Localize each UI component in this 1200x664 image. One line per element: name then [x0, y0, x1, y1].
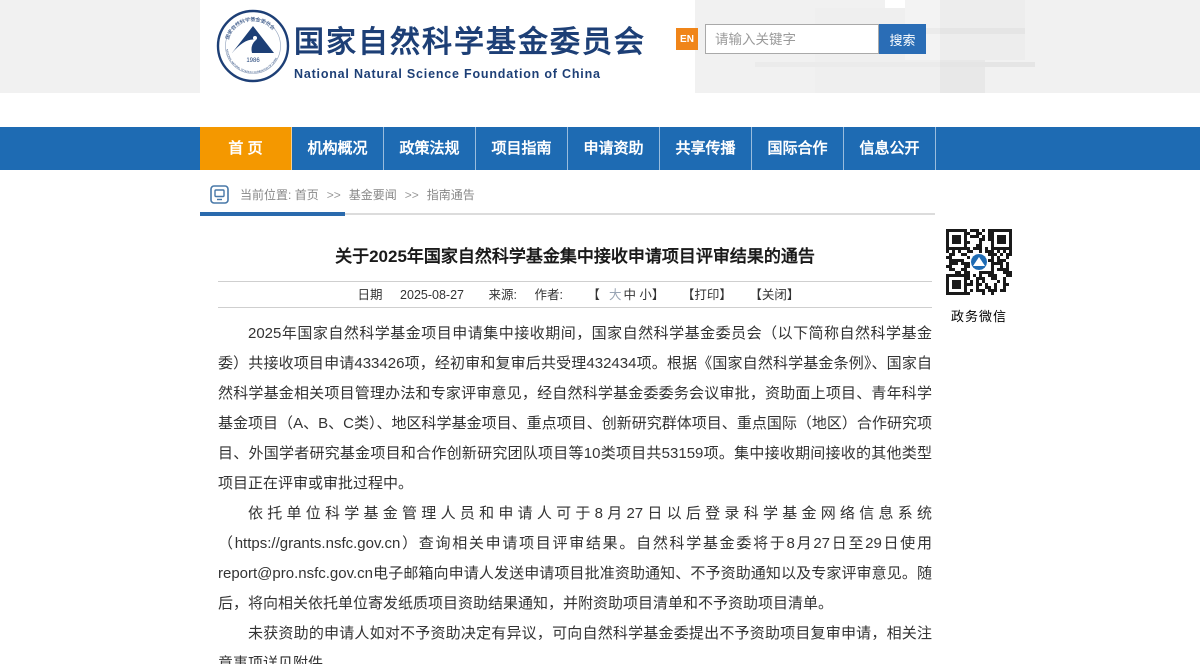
site-title-en: National Natural Science Foundation of C… [294, 67, 646, 81]
nsfc-logo: 1986 国家自然科学基金委员会 NATIONAL NATURAL SCIENC… [216, 9, 290, 83]
location-icon [210, 185, 229, 204]
wechat-qr-block: 政务微信 [944, 229, 1014, 325]
main-navigation: 首 页 机构概况 政策法规 项目指南 申请资助 共享传播 国际合作 信息公开 [0, 127, 1200, 170]
print-button[interactable]: 【打印】 [682, 288, 732, 302]
nav-item-funding[interactable]: 申请资助 [568, 127, 660, 170]
search-button[interactable]: 搜索 [879, 24, 926, 54]
breadcrumb-separator: >> [405, 188, 419, 202]
breadcrumb-prefix: 当前位置: [240, 186, 291, 203]
nav-item-project-guide[interactable]: 项目指南 [476, 127, 568, 170]
nav-item-disclosure[interactable]: 信息公开 [844, 127, 936, 170]
meta-author: 作者: [534, 288, 562, 302]
site-brand: 国家自然科学基金委员会 National Natural Science Fou… [294, 17, 646, 81]
breadcrumb-fund-news[interactable]: 基金要闻 [349, 186, 397, 203]
english-version-button[interactable]: EN [676, 28, 698, 50]
meta-date: 日期 2025-08-27 [351, 288, 471, 302]
nav-item-international[interactable]: 国际合作 [752, 127, 844, 170]
breadcrumb-home[interactable]: 首页 [295, 186, 319, 203]
qr-code [946, 229, 1012, 295]
breadcrumb-separator: >> [327, 188, 341, 202]
nav-item-organization[interactable]: 机构概况 [292, 127, 384, 170]
meta-source: 来源: [488, 288, 516, 302]
main-content: 当前位置: 首页 >> 基金要闻 >> 指南通告 政务微信 关于2025年国家自… [0, 170, 1200, 664]
section-divider [200, 213, 935, 215]
paragraph: 2025年国家自然科学基金项目申请集中接收期间，国家自然科学基金委员会（以下简称… [218, 319, 932, 499]
qr-label: 政务微信 [944, 306, 1014, 325]
site-header: 1986 国家自然科学基金委员会 NATIONAL NATURAL SCIENC… [0, 0, 1200, 93]
article-meta: 日期 2025-08-27 来源: 作者: 【大中 小】 【打印】 【关闭】 [218, 281, 932, 308]
paragraph: 依托单位科学基金管理人员和申请人可于8月27日以后登录科学基金网络信息系统（ht… [218, 499, 932, 619]
nav-item-home[interactable]: 首 页 [200, 127, 292, 170]
search-area: EN 搜索 [676, 24, 926, 54]
nav-item-policies[interactable]: 政策法规 [384, 127, 476, 170]
svg-text:1986: 1986 [246, 58, 260, 64]
paragraph: 未获资助的申请人如对不予资助决定有异议，可向自然科学基金委提出不予资助项目复审申… [218, 619, 932, 664]
article-body: 2025年国家自然科学基金项目申请集中接收期间，国家自然科学基金委员会（以下简称… [218, 319, 932, 664]
font-size-control[interactable]: 【大中 小】 [580, 288, 664, 302]
search-input[interactable] [705, 24, 879, 54]
close-button[interactable]: 【关闭】 [749, 288, 799, 302]
header-spacer [0, 93, 1200, 127]
site-title-cn: 国家自然科学基金委员会 [294, 17, 646, 61]
article: 关于2025年国家自然科学基金集中接收申请项目评审结果的通告 日期 2025-0… [218, 242, 932, 664]
article-title: 关于2025年国家自然科学基金集中接收申请项目评审结果的通告 [218, 242, 932, 267]
breadcrumb-guide-notice[interactable]: 指南通告 [427, 186, 475, 203]
nav-item-sharing[interactable]: 共享传播 [660, 127, 752, 170]
breadcrumb: 当前位置: 首页 >> 基金要闻 >> 指南通告 [210, 170, 1200, 204]
